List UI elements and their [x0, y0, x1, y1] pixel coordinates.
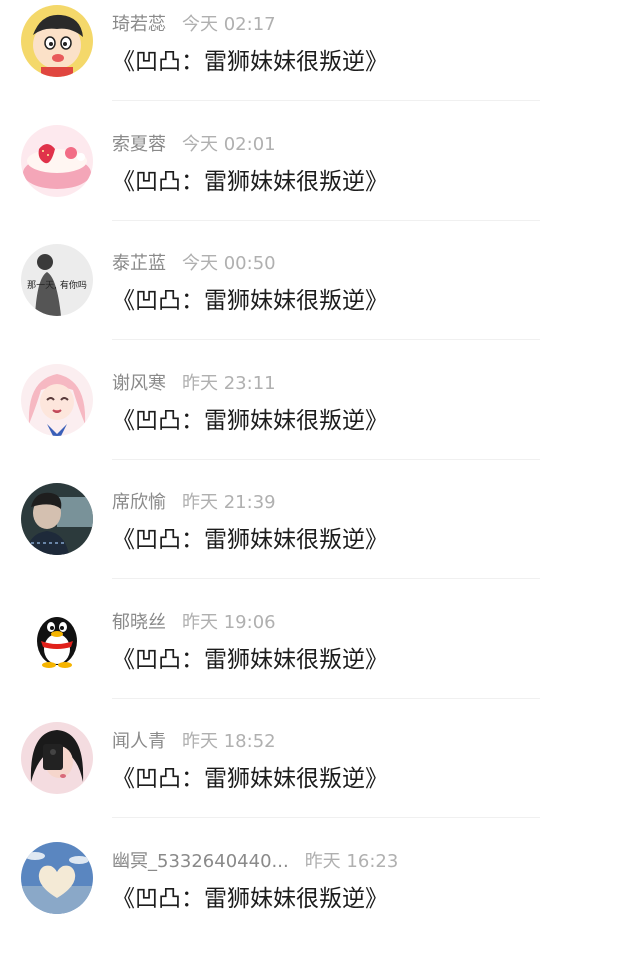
girl-selfie-avatar[interactable]	[21, 722, 93, 794]
comment-item: 幽冥_5332640440... 昨天 16:23 《凹凸：雷狮妹妹很叛逆》	[0, 837, 640, 956]
comment-meta: 索夏蓉今天 02:01	[112, 130, 276, 156]
boy-photo-avatar[interactable]	[21, 483, 93, 555]
username[interactable]: 席欣愉	[112, 492, 166, 513]
comment-meta: 琦若蕊今天 02:17	[112, 10, 276, 36]
timestamp: 今天 00:50	[182, 253, 276, 274]
divider	[112, 100, 540, 101]
username[interactable]: 泰芷蓝	[112, 253, 166, 274]
cartoon-boy-avatar[interactable]	[21, 5, 93, 77]
girl-text-avatar[interactable]: 那一天, 有你吗	[21, 244, 93, 316]
username[interactable]: 琦若蕊	[112, 14, 166, 35]
username[interactable]: 索夏蓉	[112, 134, 166, 155]
comment-meta: 席欣愉昨天 21:39	[112, 488, 276, 514]
qq-penguin-avatar[interactable]	[21, 603, 93, 675]
comment-item: 席欣愉昨天 21:39 《凹凸：雷狮妹妹很叛逆》	[0, 478, 640, 598]
timestamp: 昨天 23:11	[182, 373, 276, 394]
comment-text[interactable]: 《凹凸：雷狮妹妹很叛逆》	[112, 401, 388, 435]
username[interactable]: 郁晓丝	[112, 612, 166, 633]
timestamp: 今天 02:17	[182, 14, 276, 35]
timestamp: 昨天 21:39	[182, 492, 276, 513]
comment-meta: 闻人青昨天 18:52	[112, 727, 276, 753]
comment-list: 琦若蕊今天 02:17 《凹凸：雷狮妹妹很叛逆》 索夏蓉今天 02:01 《凹凸…	[0, 0, 640, 956]
divider	[112, 339, 540, 340]
divider	[112, 459, 540, 460]
comment-text[interactable]: 《凹凸：雷狮妹妹很叛逆》	[112, 281, 388, 315]
comment-item: 索夏蓉今天 02:01 《凹凸：雷狮妹妹很叛逆》	[0, 120, 640, 240]
comment-meta: 泰芷蓝今天 00:50	[112, 249, 276, 275]
timestamp: 昨天 16:23	[305, 851, 399, 872]
timestamp: 今天 02:01	[182, 134, 276, 155]
strawberry-cake-avatar[interactable]	[21, 125, 93, 197]
divider	[112, 817, 540, 818]
comment-meta: 谢风寒昨天 23:11	[112, 369, 276, 395]
comment-meta: 郁晓丝昨天 19:06	[112, 608, 276, 634]
comment-text[interactable]: 《凹凸：雷狮妹妹很叛逆》	[112, 42, 388, 76]
comment-text[interactable]: 《凹凸：雷狮妹妹很叛逆》	[112, 759, 388, 793]
timestamp: 昨天 18:52	[182, 731, 276, 752]
comment-meta: 幽冥_5332640440... 昨天 16:23	[112, 847, 398, 873]
username[interactable]: 谢风寒	[112, 373, 166, 394]
comment-item: 闻人青昨天 18:52 《凹凸：雷狮妹妹很叛逆》	[0, 717, 640, 837]
comment-item: 琦若蕊今天 02:17 《凹凸：雷狮妹妹很叛逆》	[0, 0, 640, 120]
timestamp: 昨天 19:06	[182, 612, 276, 633]
heart-cloud-avatar[interactable]	[21, 842, 93, 914]
divider	[112, 220, 540, 221]
anime-girl-avatar[interactable]	[21, 364, 93, 436]
username[interactable]: 幽冥_5332640440...	[112, 851, 289, 872]
username[interactable]: 闻人青	[112, 731, 166, 752]
comment-text[interactable]: 《凹凸：雷狮妹妹很叛逆》	[112, 162, 388, 196]
comment-text[interactable]: 《凹凸：雷狮妹妹很叛逆》	[112, 520, 388, 554]
comment-text[interactable]: 《凹凸：雷狮妹妹很叛逆》	[112, 879, 388, 913]
comment-text[interactable]: 《凹凸：雷狮妹妹很叛逆》	[112, 640, 388, 674]
divider	[112, 698, 540, 699]
divider	[112, 578, 540, 579]
comment-item: 谢风寒昨天 23:11 《凹凸：雷狮妹妹很叛逆》	[0, 359, 640, 479]
comment-item: 郁晓丝昨天 19:06 《凹凸：雷狮妹妹很叛逆》	[0, 598, 640, 718]
comment-item: 那一天, 有你吗 泰芷蓝今天 00:50 《凹凸：雷狮妹妹很叛逆》	[0, 239, 640, 359]
avatar-caption: 那一天, 有你吗	[27, 279, 87, 291]
